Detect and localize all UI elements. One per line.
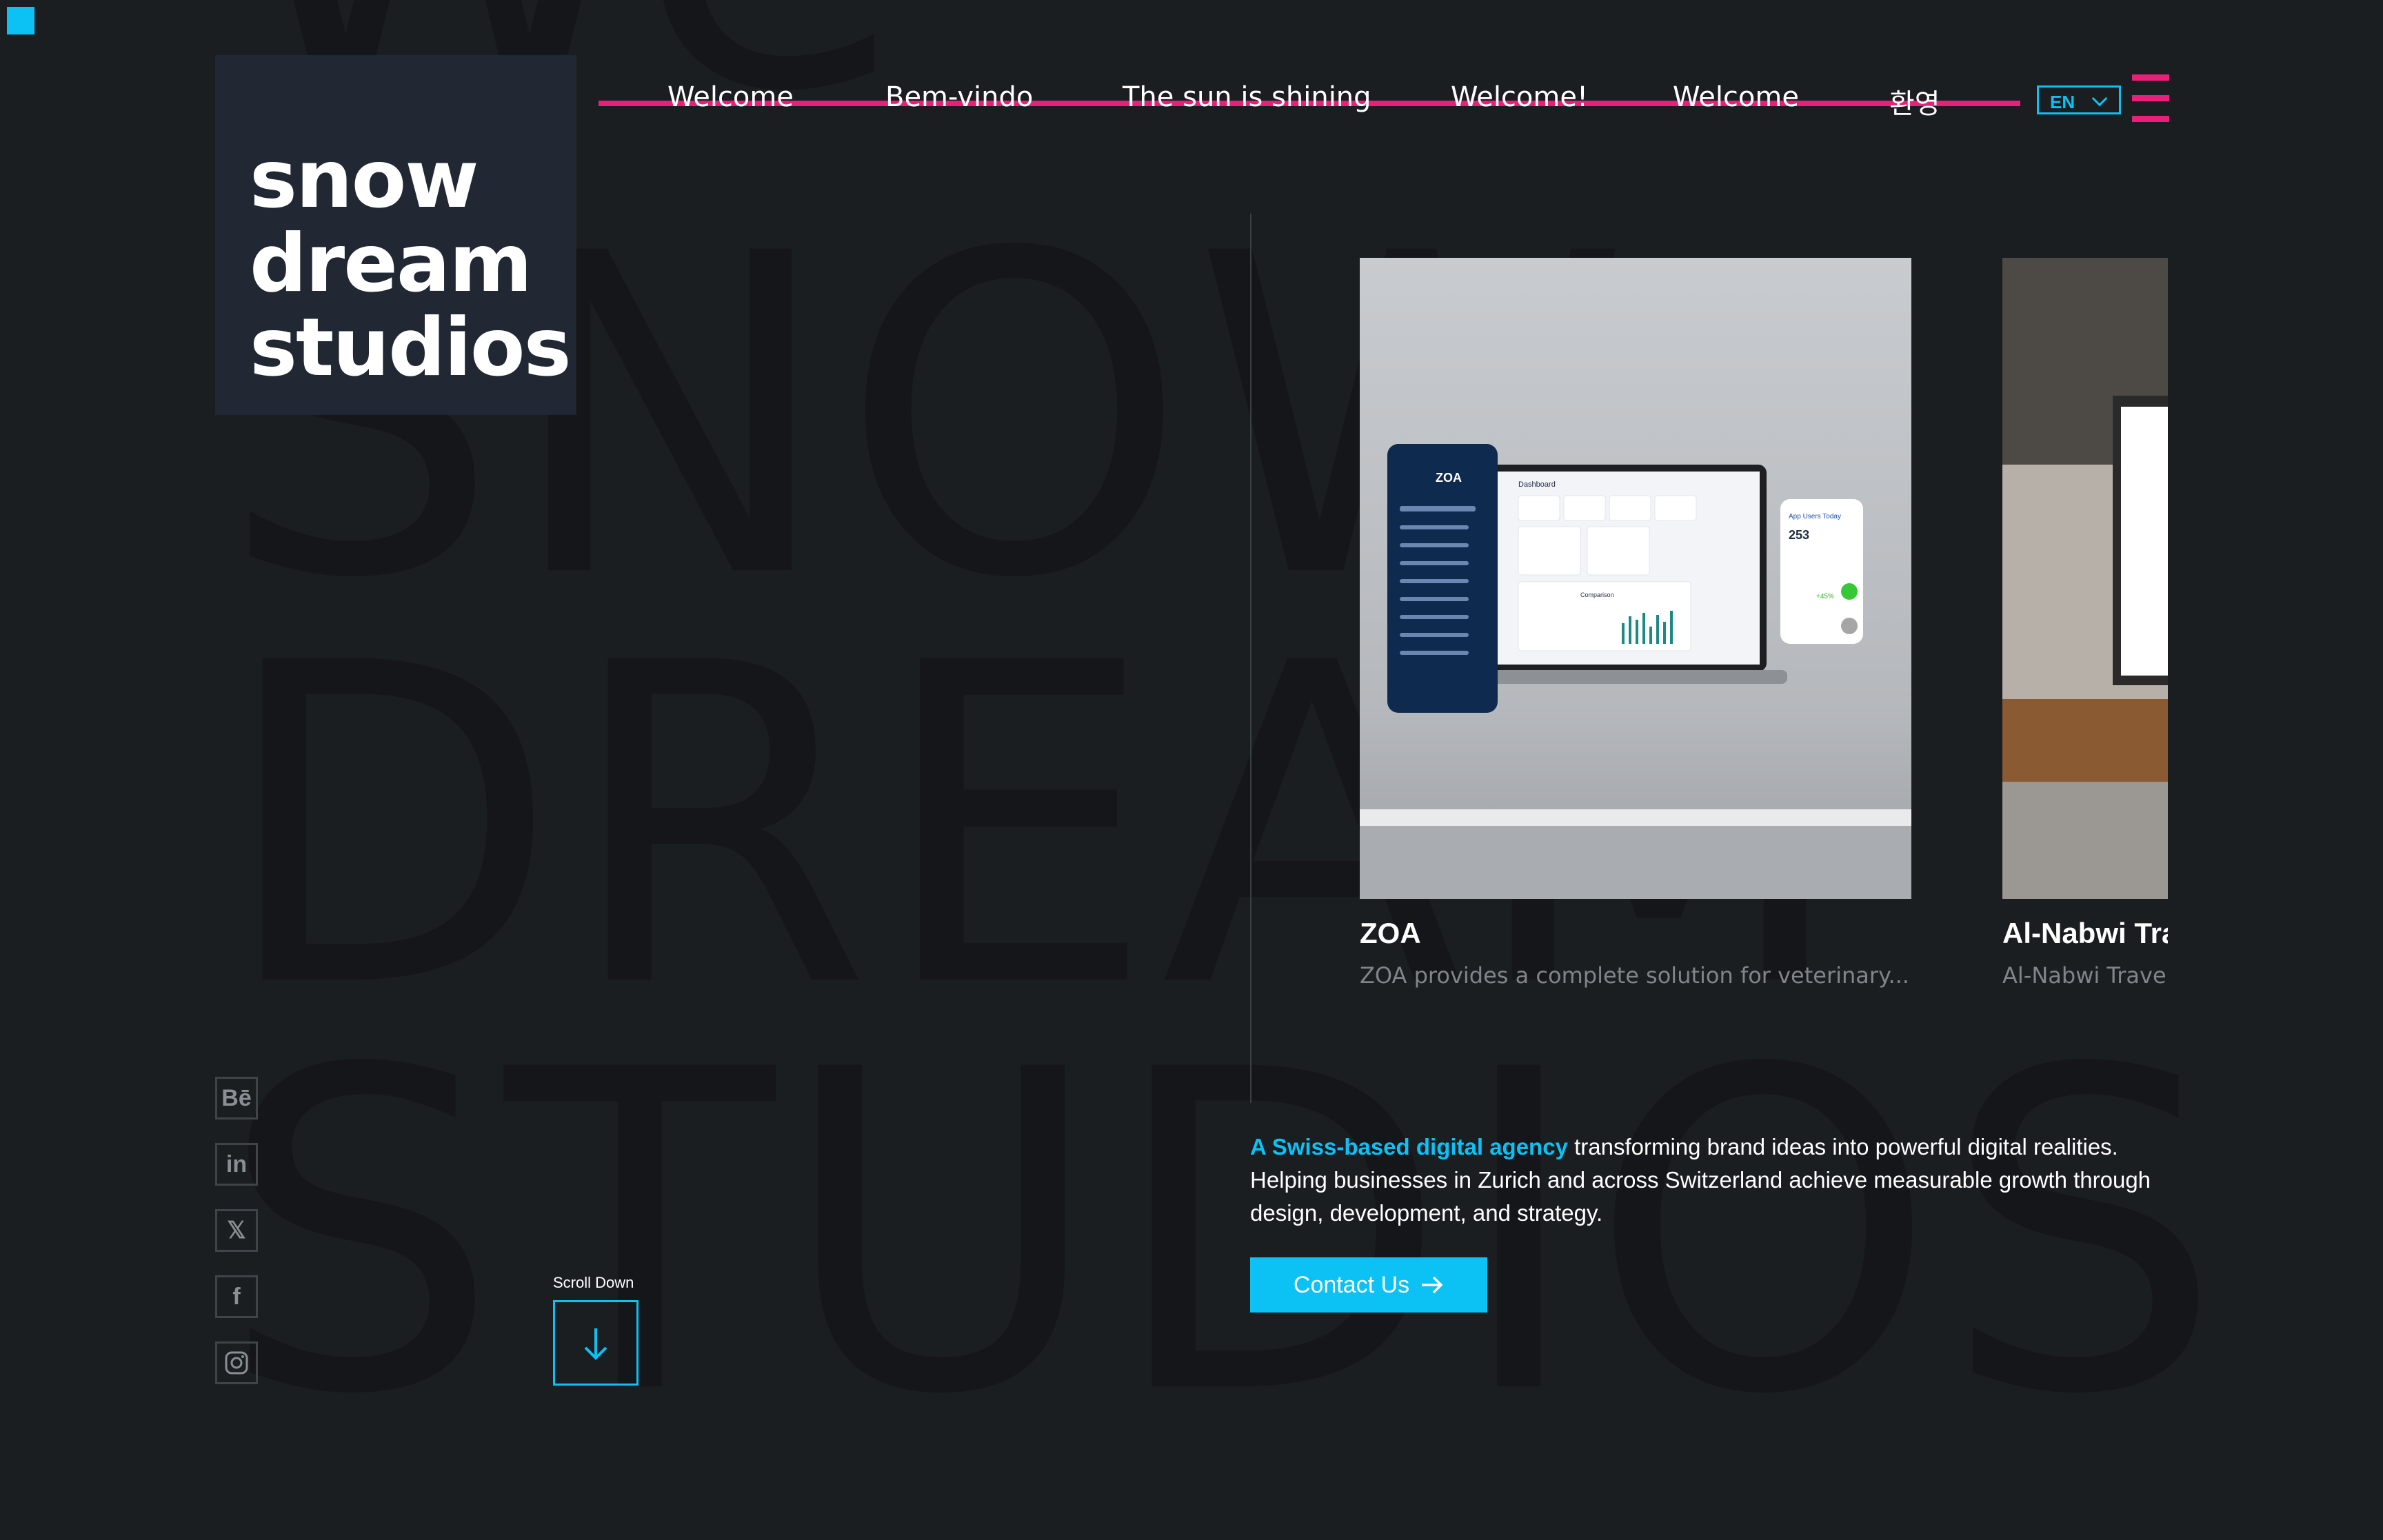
contact-us-button[interactable]: Contact Us xyxy=(1250,1257,1487,1313)
scroll-down-label: Scroll Down xyxy=(553,1274,634,1291)
marquee-item-bem-vindo[interactable]: Bem-vindo xyxy=(885,81,1033,113)
marquee-item-welcome-2[interactable]: Welcome xyxy=(1673,81,1799,113)
mockup-section-label: Comparison xyxy=(1580,591,1614,598)
menu-bar-icon xyxy=(2132,116,2169,122)
instagram-glyph xyxy=(225,1351,248,1375)
linkedin-icon[interactable]: in xyxy=(215,1143,258,1186)
arrow-right-icon xyxy=(1422,1276,1443,1294)
bg-word-studios: STUDIOS xyxy=(219,977,2229,1490)
menu-bar-icon xyxy=(2132,74,2169,81)
marquee-item-welcome[interactable]: Welcome xyxy=(667,81,794,113)
greeting-marquee: Welcome Bem-vindo The sun is shining Wel… xyxy=(599,73,2020,131)
menu-button[interactable] xyxy=(2132,74,2169,123)
behance-icon[interactable]: Bē xyxy=(215,1077,258,1119)
menu-bar-icon xyxy=(2132,95,2169,101)
x-icon[interactable]: 𝕏 xyxy=(215,1209,258,1252)
logo-line-studios: studios xyxy=(250,301,572,394)
mockup-dashboard-title: Dashboard xyxy=(1518,480,1556,489)
mockup-brand: ZOA xyxy=(1436,471,1462,485)
marquee-item-welcome-exclaim[interactable]: Welcome! xyxy=(1451,81,1588,113)
scroll-down-button[interactable] xyxy=(553,1300,639,1386)
project-title-zoa[interactable]: ZOA xyxy=(1360,917,1911,950)
instagram-icon[interactable] xyxy=(215,1341,258,1384)
arrow-down-icon xyxy=(584,1328,607,1360)
laptop-photo-illustration xyxy=(2002,258,2168,899)
marquee-item-korean[interactable]: 환영 xyxy=(1889,81,1940,121)
logo-line-dream: dream xyxy=(250,217,532,310)
project-desc-al-nabwi: Al-Nabwi Trave xyxy=(2002,962,2166,989)
project-desc-zoa: ZOA provides a complete solution for vet… xyxy=(1360,962,1909,989)
project-title-al-nabwi[interactable]: Al-Nabwi Tra xyxy=(2002,917,2168,950)
chevron-down-icon xyxy=(2091,90,2108,107)
laptop-mockup-illustration: ZOA Dashboard Comparison App Users Today… xyxy=(1360,444,1911,899)
divider xyxy=(1250,214,1251,1103)
language-select[interactable]: EN xyxy=(2037,85,2121,114)
logo-line-snow: snow xyxy=(250,133,479,226)
mockup-widget-value: 253 xyxy=(1789,528,1809,542)
contact-us-label: Contact Us xyxy=(1293,1271,1410,1298)
mockup-widget-change: +45% xyxy=(1816,593,1834,600)
logo[interactable]: snow dream studios xyxy=(215,55,576,415)
corner-marker xyxy=(7,7,34,34)
mockup-widget-title: App Users Today xyxy=(1789,513,1841,520)
agency-highlight: A Swiss-based digital agency xyxy=(1250,1134,1568,1159)
facebook-icon[interactable]: f xyxy=(215,1275,258,1318)
language-value: EN xyxy=(2050,92,2075,112)
agency-description: A Swiss-based digital agency transformin… xyxy=(1250,1131,2174,1230)
marquee-item-sun-shining[interactable]: The sun is shining xyxy=(1123,81,1371,113)
project-image-al-nabwi[interactable] xyxy=(2002,258,2168,899)
project-image-zoa[interactable]: ZOA Dashboard Comparison App Users Today… xyxy=(1360,258,1911,899)
